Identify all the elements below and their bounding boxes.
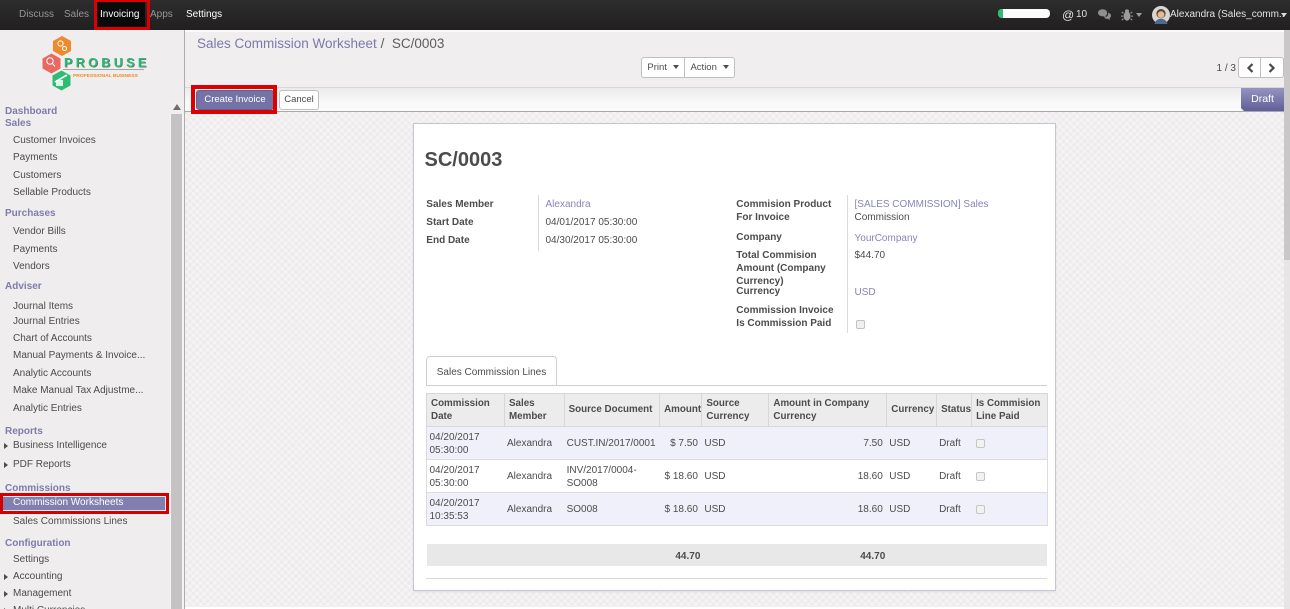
svg-text:PROFESSIONAL BUSINESS: PROFESSIONAL BUSINESS <box>73 73 139 79</box>
svg-text:PROBUSE: PROBUSE <box>64 56 150 70</box>
